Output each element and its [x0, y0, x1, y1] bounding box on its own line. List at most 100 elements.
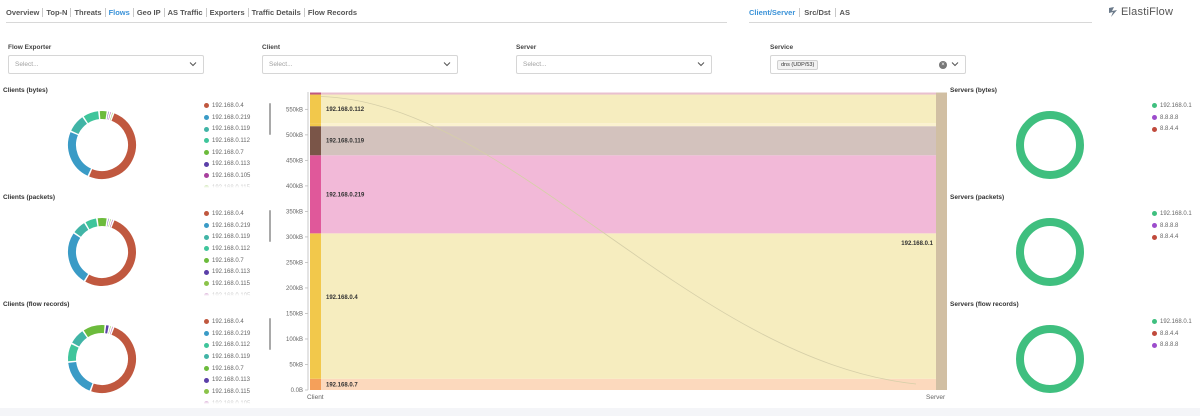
legend-item[interactable]: 192.168.0.105 — [204, 398, 264, 404]
legend-dot-icon — [204, 319, 209, 325]
tab-top-n[interactable]: Top-N — [43, 7, 72, 17]
clients-flows-scrollbar[interactable] — [269, 318, 271, 350]
sankey-band — [321, 123, 936, 127]
legend-item[interactable]: 192.168.0.112 — [204, 339, 264, 351]
legend-item[interactable]: 192.168.0.119 — [204, 231, 264, 243]
service-filter: Service dns (UDP/53) × — [770, 44, 966, 74]
legend-item[interactable]: 8.8.4.4 — [1152, 231, 1200, 243]
donut-slice — [68, 233, 89, 281]
nav-divider — [6, 22, 727, 23]
donut-slice — [83, 325, 105, 338]
servers-bytes-title: Servers (bytes) — [950, 87, 997, 94]
legend-item[interactable]: 192.168.0.1 — [1152, 316, 1200, 328]
legend-item[interactable]: 192.168.0.1 — [1152, 208, 1200, 220]
y-tick-label: 450kB — [286, 158, 303, 164]
legend-item[interactable]: 192.168.0.7 — [204, 255, 264, 267]
legend-item[interactable]: 192.168.0.1 — [1152, 100, 1200, 112]
servers-flows-legend: 192.168.0.1 8.8.4.4 8.8.8.8 — [1152, 316, 1200, 356]
legend-item[interactable]: 8.8.8.8 — [1152, 112, 1200, 124]
elastiflow-logo-icon — [1109, 7, 1117, 17]
legend-label: 192.168.0.113 — [212, 269, 250, 276]
tab-threats[interactable]: Threats — [71, 7, 106, 17]
sub-nav: Client/Server Src/Dst AS — [749, 5, 854, 19]
legend-dot-icon — [204, 258, 209, 264]
legend-dot-icon — [204, 161, 209, 167]
legend-label: 192.168.0.112 — [212, 342, 250, 349]
legend-item[interactable]: 192.168.0.105 — [204, 290, 264, 296]
service-chip[interactable]: dns (UDP/53) — [777, 59, 819, 70]
legend-item[interactable]: 8.8.4.4 — [1152, 123, 1200, 135]
client-label: Client — [262, 44, 281, 51]
clients-packets-legend: 192.168.0.4 192.168.0.219 192.168.0.119 192… — [204, 208, 264, 296]
legend-item[interactable]: 192.168.0.7 — [204, 147, 264, 159]
legend-item[interactable]: 192.168.0.219 — [204, 328, 264, 340]
server-placeholder: Select... — [523, 61, 547, 68]
legend-item[interactable]: 192.168.0.115 — [204, 386, 264, 398]
legend-label: 192.168.0.119 — [212, 234, 250, 241]
legend-dot-icon — [204, 401, 209, 404]
tab-src-dst[interactable]: Src/Dst — [800, 7, 836, 17]
donut-slice — [89, 113, 136, 179]
legend-item[interactable]: 192.168.0.119 — [204, 123, 264, 135]
legend-dot-icon — [204, 234, 209, 240]
legend-dot-icon — [204, 211, 209, 217]
legend-label: 192.168.0.105 — [212, 172, 251, 179]
tab-geo-ip[interactable]: Geo IP — [134, 7, 165, 17]
tab-as-traffic[interactable]: AS Traffic — [165, 7, 207, 17]
server-select[interactable]: Select... — [516, 55, 712, 74]
y-tick-label: 50kB — [289, 362, 303, 368]
clients-flows-title: Clients (flow records) — [3, 301, 70, 308]
legend-item[interactable]: 192.168.0.219 — [204, 220, 264, 232]
legend-label: 192.168.0.1 — [1160, 102, 1192, 109]
legend-label: 8.8.4.4 — [1160, 126, 1179, 133]
tab-traffic-details[interactable]: Traffic Details — [249, 7, 305, 17]
legend-item[interactable]: 192.168.0.4 — [204, 100, 264, 112]
tab-overview[interactable]: Overview — [6, 7, 44, 17]
legend-dot-icon — [204, 354, 209, 360]
legend-item[interactable]: 192.168.0.112 — [204, 243, 264, 255]
servers-flows-title: Servers (flow records) — [950, 301, 1019, 308]
flow-exporter-select[interactable]: Select... — [8, 55, 204, 74]
clear-icon[interactable]: × — [939, 61, 947, 69]
y-tick-label: 200kB — [286, 286, 303, 292]
legend-item[interactable]: 192.168.0.115 — [204, 278, 264, 290]
legend-item[interactable]: 192.168.0.113 — [204, 374, 264, 386]
legend-item[interactable]: 192.168.0.4 — [204, 208, 264, 220]
legend-item[interactable]: 192.168.0.113 — [204, 266, 264, 278]
legend-item[interactable]: 192.168.0.115 — [204, 182, 264, 188]
donut-slice — [1016, 111, 1084, 179]
y-tick-label: 250kB — [286, 260, 303, 266]
tab-flows[interactable]: Flows — [106, 7, 134, 17]
legend-item[interactable]: 192.168.0.7 — [204, 363, 264, 375]
donut-slice — [71, 117, 88, 135]
clients-bytes-donut — [68, 111, 136, 179]
legend-dot-icon — [204, 389, 209, 395]
tab-exporters[interactable]: Exporters — [207, 7, 249, 17]
legend-label: 8.8.4.4 — [1160, 234, 1179, 241]
elastiflow-logo: ElastiFlow — [1108, 6, 1173, 18]
legend-label: 8.8.8.8 — [1160, 222, 1179, 229]
legend-item[interactable]: 192.168.0.119 — [204, 351, 264, 363]
flow-exporter-label: Flow Exporter — [8, 44, 52, 51]
legend-item[interactable]: 8.8.8.8 — [1152, 339, 1200, 351]
tab-as[interactable]: AS — [836, 8, 854, 17]
tab-client-server[interactable]: Client/Server — [749, 7, 801, 17]
legend-label: 192.168.0.115 — [212, 388, 250, 395]
sankey-client-node — [310, 233, 321, 379]
tab-flow-records[interactable]: Flow Records — [305, 8, 360, 17]
legend-item[interactable]: 8.8.4.4 — [1152, 328, 1200, 340]
chevron-down-icon — [697, 62, 705, 67]
legend-item[interactable]: 192.168.0.112 — [204, 135, 264, 147]
clients-bytes-scrollbar[interactable] — [269, 103, 271, 135]
service-select[interactable]: dns (UDP/53) × — [770, 55, 966, 74]
legend-item[interactable]: 192.168.0.219 — [204, 112, 264, 124]
legend-item[interactable]: 8.8.8.8 — [1152, 220, 1200, 232]
legend-dot-icon — [204, 377, 209, 383]
legend-item[interactable]: 192.168.0.4 — [204, 316, 264, 328]
donut-slice — [74, 223, 89, 237]
servers-bytes-donut — [1016, 111, 1084, 179]
client-select[interactable]: Select... — [262, 55, 458, 74]
legend-item[interactable]: 192.168.0.113 — [204, 158, 264, 170]
legend-item[interactable]: 192.168.0.105 — [204, 170, 264, 182]
clients-packets-scrollbar[interactable] — [269, 210, 271, 242]
